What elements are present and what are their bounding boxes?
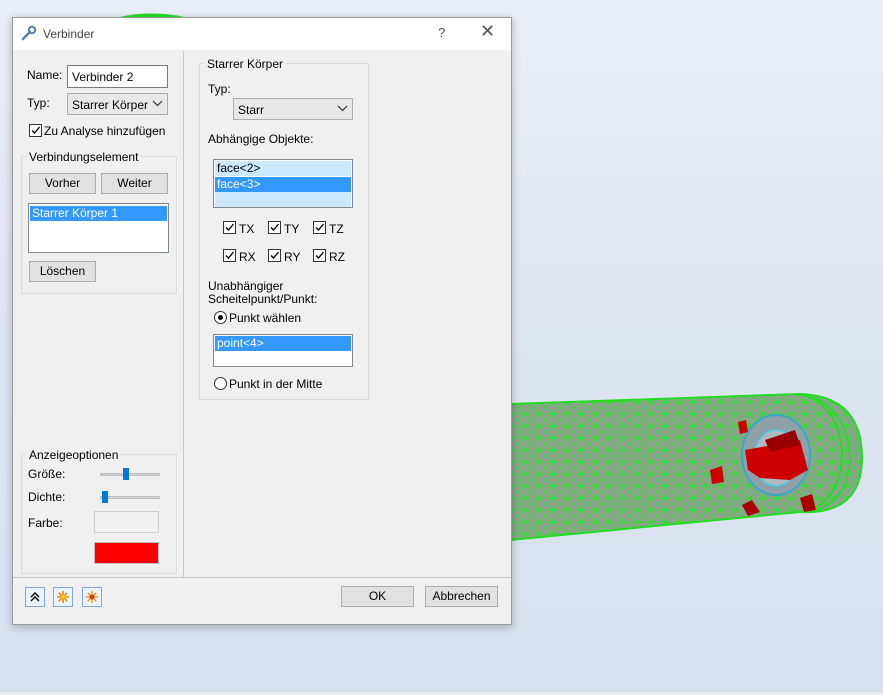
- highlight-all-button[interactable]: [82, 587, 102, 607]
- name-input[interactable]: Verbinder 2: [67, 65, 168, 88]
- list-empty-row: [215, 192, 351, 207]
- tx-checkbox[interactable]: [223, 221, 236, 234]
- type-select[interactable]: Starrer Körper: [67, 93, 168, 115]
- display-group-title: Anzeigeoptionen: [26, 448, 122, 462]
- chevron-down-icon: [337, 102, 348, 117]
- tx-label: TX: [239, 222, 255, 236]
- radio-dot: [218, 315, 223, 320]
- rigid-type-value: Starr: [238, 103, 265, 117]
- center-point-radio[interactable]: [214, 377, 227, 390]
- dialog-title: Verbinder: [43, 27, 95, 41]
- name-label: Name:: [27, 68, 63, 82]
- rigid-type-select[interactable]: Starr: [233, 98, 353, 120]
- select-point-radio[interactable]: [214, 311, 227, 324]
- panel-divider: [183, 51, 184, 577]
- delete-button[interactable]: Löschen: [29, 261, 96, 282]
- ty-checkbox[interactable]: [268, 221, 281, 234]
- chevron-down-icon: [152, 97, 163, 112]
- type-select-value: Starrer Körper: [72, 98, 149, 112]
- add-to-analysis-label: Zu Analyse hinzufügen: [44, 124, 166, 138]
- list-item[interactable]: face<2>: [215, 161, 351, 176]
- rigid-type-label: Typ:: [208, 82, 231, 96]
- rz-label: RZ: [329, 250, 345, 264]
- size-slider[interactable]: [100, 473, 160, 476]
- center-point-label: Punkt in der Mitte: [229, 377, 323, 391]
- next-button[interactable]: Weiter: [101, 173, 168, 194]
- connector-dialog: Verbinder ? ✕ Name: Verbinder 2 Typ: Sta…: [12, 17, 512, 625]
- list-item[interactable]: point<4>: [215, 336, 351, 351]
- list-item[interactable]: Starrer Körper 1: [30, 206, 167, 221]
- element-list[interactable]: Starrer Körper 1: [28, 203, 169, 253]
- prev-button[interactable]: Vorher: [29, 173, 96, 194]
- cancel-button[interactable]: Abbrechen: [425, 586, 498, 607]
- title-bar[interactable]: Verbinder ? ✕: [13, 18, 511, 50]
- tz-label: TZ: [329, 222, 344, 236]
- rz-checkbox[interactable]: [313, 249, 326, 262]
- independent-label-1: Unabhängiger: [208, 279, 284, 293]
- rx-label: RX: [239, 250, 256, 264]
- ty-label: TY: [284, 222, 300, 236]
- footer-divider: [13, 577, 511, 578]
- ry-label: RY: [284, 250, 301, 264]
- dependent-objects-list[interactable]: face<2> face<3>: [213, 159, 353, 208]
- connector-icon: [21, 25, 37, 44]
- independent-label-2: Scheitelpunkt/Punkt:: [208, 292, 318, 306]
- rx-checkbox[interactable]: [223, 249, 236, 262]
- rigid-body-group-title: Starrer Körper: [204, 57, 287, 71]
- tz-checkbox[interactable]: [313, 221, 326, 234]
- highlight-button[interactable]: [53, 587, 73, 607]
- density-label: Dichte:: [28, 490, 66, 504]
- size-label: Größe:: [28, 467, 66, 481]
- density-slider-thumb[interactable]: [102, 491, 108, 503]
- select-point-label: Punkt wählen: [229, 311, 302, 325]
- color-label: Farbe:: [28, 516, 63, 530]
- ry-checkbox[interactable]: [268, 249, 281, 262]
- dependent-objects-label: Abhängige Objekte:: [208, 132, 314, 146]
- collapse-button[interactable]: [25, 587, 45, 607]
- color-swatch[interactable]: [94, 542, 159, 564]
- add-to-analysis-checkbox[interactable]: [29, 124, 42, 137]
- type-label: Typ:: [27, 96, 50, 110]
- point-list[interactable]: point<4>: [213, 334, 353, 367]
- color-picker-button[interactable]: [94, 511, 159, 533]
- size-slider-thumb[interactable]: [123, 468, 129, 480]
- ok-button[interactable]: OK: [341, 586, 414, 607]
- density-slider[interactable]: [100, 496, 160, 499]
- list-item[interactable]: face<3>: [215, 177, 351, 192]
- close-button[interactable]: ✕: [480, 21, 495, 42]
- connection-group-title: Verbindungselement: [26, 150, 142, 164]
- help-button[interactable]: ?: [438, 25, 445, 40]
